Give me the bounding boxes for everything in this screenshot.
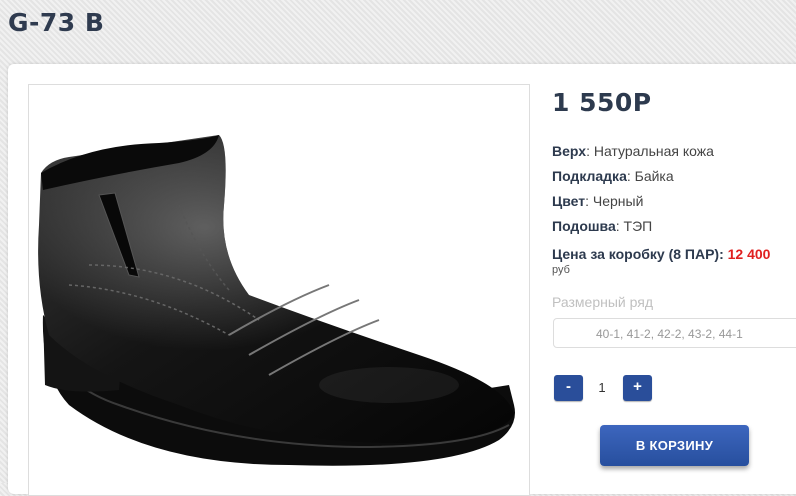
- size-range-select[interactable]: 40-1, 41-2, 42-2, 43-2, 44-1: [553, 318, 796, 348]
- box-price-value: 12 400: [727, 246, 771, 262]
- add-to-cart-button[interactable]: В КОРЗИНУ: [600, 425, 749, 466]
- size-range-label: Размерный ряд: [552, 294, 654, 310]
- spec-value: : Натуральная кожа: [586, 143, 714, 159]
- spec-sole: Подошва: ТЭП: [552, 218, 652, 234]
- spec-lining: Подкладка: Байка: [552, 168, 674, 184]
- box-price: Цена за коробку (8 ПАР): 12 400: [552, 246, 770, 262]
- spec-label: Цвет: [552, 193, 586, 209]
- spec-material: Верх: Натуральная кожа: [552, 143, 714, 159]
- spec-label: Верх: [552, 143, 587, 159]
- product-title: G-73 B: [8, 8, 105, 37]
- quantity-increase-button[interactable]: +: [623, 375, 652, 401]
- spec-value: : Байка: [626, 168, 674, 184]
- spec-value: : ТЭП: [615, 218, 653, 234]
- quantity-input[interactable]: 1: [584, 375, 620, 401]
- quantity-decrease-button[interactable]: -: [554, 375, 583, 401]
- box-price-label: Цена за коробку (8 ПАР):: [552, 246, 724, 262]
- boot-illustration: [38, 135, 515, 466]
- box-price-unit: руб: [552, 264, 570, 276]
- product-image[interactable]: [28, 84, 530, 496]
- spec-color: Цвет: Черный: [552, 193, 643, 209]
- product-price: 1 550Р: [552, 88, 652, 117]
- spec-value: : Черный: [585, 193, 644, 209]
- spec-label: Подкладка: [552, 168, 627, 184]
- spec-label: Подошва: [552, 218, 616, 234]
